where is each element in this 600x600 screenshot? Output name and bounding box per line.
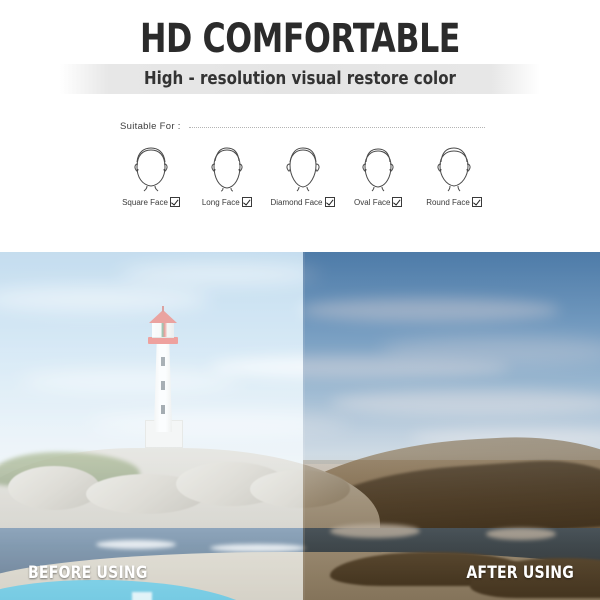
- coastal-scene: [0, 252, 600, 600]
- face-option-square-face[interactable]: Square Face: [115, 145, 187, 207]
- product-banner: HD COMFORTABLE High - resolution visual …: [0, 0, 600, 600]
- header-section: HD COMFORTABLE High - resolution visual …: [0, 0, 600, 252]
- face-option-diamond-face[interactable]: Diamond Face: [267, 145, 339, 207]
- face-label: Diamond Face: [270, 197, 323, 207]
- dotted-divider: [188, 127, 485, 129]
- face-label: Square Face: [122, 197, 168, 207]
- face-label: Long Face: [201, 197, 240, 207]
- haze-overlay: [0, 252, 303, 600]
- face-label: Oval Face: [354, 197, 391, 207]
- face-caption: Square Face: [122, 197, 180, 207]
- face-checkbox[interactable]: [471, 197, 482, 207]
- after-grading-inner: [303, 252, 600, 600]
- before-grading-overlay: [0, 252, 303, 600]
- after-using-label: AFTER USING: [466, 563, 574, 583]
- before-after-comparison-image: [0, 252, 600, 600]
- page-title: HD COMFORTABLE: [139, 16, 461, 62]
- face-caption: Round Face: [426, 197, 482, 207]
- face-checkbox[interactable]: [324, 197, 335, 207]
- square-face-icon: [125, 145, 177, 193]
- suitable-for-row: Suitable For :: [120, 118, 485, 134]
- face-type-list: Square Face Long Face Diamond Face Oval …: [115, 145, 490, 217]
- long-face-icon: [201, 145, 253, 193]
- face-checkbox[interactable]: [169, 197, 180, 207]
- face-caption: Long Face: [202, 197, 252, 207]
- face-caption: Diamond Face: [270, 197, 335, 207]
- round-face-icon: [428, 145, 480, 193]
- suitable-for-label: Suitable For :: [120, 120, 181, 132]
- before-using-label: BEFORE USING: [28, 563, 148, 583]
- oval-face-icon: [352, 145, 404, 193]
- face-label: Round Face: [426, 197, 470, 207]
- after-grading-overlay: [303, 252, 600, 600]
- face-checkbox[interactable]: [392, 197, 403, 207]
- face-option-oval-face[interactable]: Oval Face: [342, 145, 414, 207]
- face-option-round-face[interactable]: Round Face: [418, 145, 490, 207]
- diamond-face-icon: [277, 145, 329, 193]
- face-option-long-face[interactable]: Long Face: [191, 145, 263, 207]
- page-subtitle: High - resolution visual restore color: [143, 68, 456, 89]
- face-caption: Oval Face: [354, 197, 403, 207]
- face-checkbox[interactable]: [241, 197, 252, 207]
